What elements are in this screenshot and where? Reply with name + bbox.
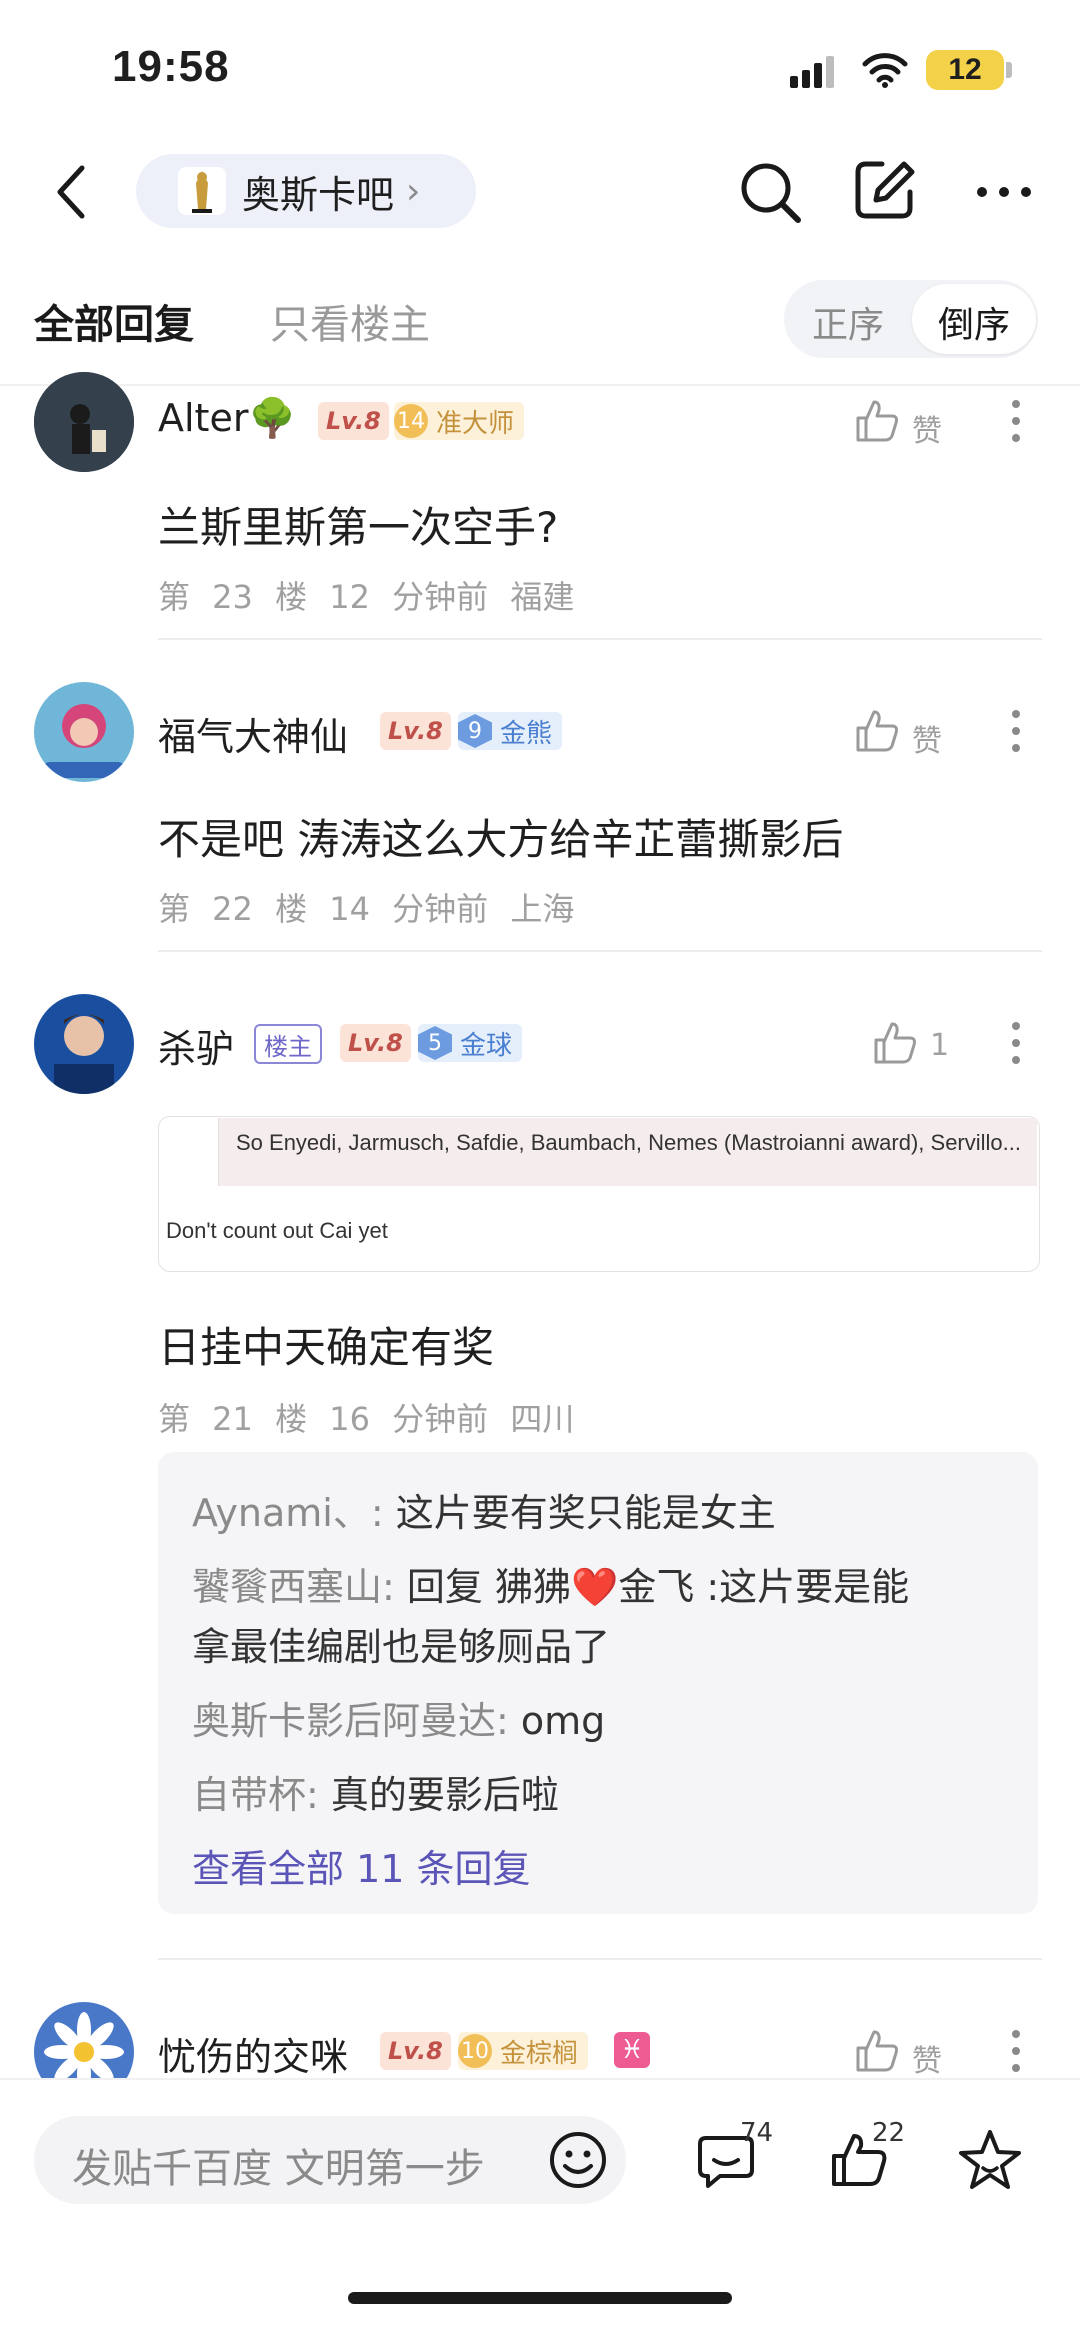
wifi-icon — [862, 53, 908, 88]
battery-tip — [1006, 62, 1012, 78]
thumbs-up-icon[interactable] — [854, 398, 900, 444]
level-badge: Lv.8 — [380, 2032, 451, 2070]
post-location: 四川 — [510, 1400, 575, 1438]
honor-badge: 10 金棕榈 — [458, 2032, 589, 2070]
sub-reply-continued: 拿最佳编剧也是够厕品了 — [192, 1625, 611, 1669]
like-count[interactable]: 1 — [930, 1028, 949, 1063]
post-time: 12 分钟前 — [329, 578, 489, 616]
honor-badge: 5 金球 — [418, 1024, 523, 1062]
badge-number: 10 — [458, 2034, 492, 2068]
more-menu-icon[interactable] — [976, 186, 1032, 198]
honor-badge: 9 金熊 — [458, 712, 563, 750]
level-badge: Lv.8 — [340, 1024, 411, 1062]
reply-input-placeholder: 发贴千百度 文明第一步 — [72, 2146, 485, 2192]
cellular-signal-icon — [790, 56, 834, 88]
sub-reply-author[interactable]: 奥斯卡影后阿曼达: — [192, 1699, 509, 1743]
honor-badge: 14 准大师 — [394, 402, 525, 440]
forum-name: 奥斯卡吧 — [242, 172, 395, 217]
sub-reply[interactable]: 饕餮西塞山: 回复 狒狒❤️金飞 :这片要是能 — [192, 1556, 909, 1611]
back-arrow-icon[interactable] — [52, 164, 88, 220]
sub-reply-text: 真的要影后啦 — [330, 1773, 559, 1817]
forum-pill[interactable]: 奥斯卡吧 › — [136, 154, 476, 228]
floor-number: 第 21 楼 — [158, 1400, 308, 1438]
post-content: 不是吧 涛涛这么大方给辛芷蕾撕影后 — [158, 815, 844, 864]
share-edit-icon[interactable] — [852, 158, 916, 222]
sort-desc-button[interactable]: 倒序 — [938, 296, 1010, 348]
battery-indicator: 12 — [926, 50, 1004, 90]
sub-reply-text: omg — [520, 1699, 606, 1743]
post-more-icon[interactable] — [1010, 2028, 1022, 2074]
post-divider — [158, 1958, 1042, 1960]
post-content: 兰斯里斯第一次空手? — [158, 503, 559, 552]
like-count: 22 — [872, 2118, 906, 2148]
level-badge: Lv.8 — [318, 402, 389, 440]
post-time: 16 分钟前 — [329, 1400, 489, 1438]
post-location: 上海 — [510, 890, 575, 928]
thumbs-up-icon[interactable] — [854, 2028, 900, 2074]
badge-number: 14 — [394, 404, 428, 438]
post-meta: 第 22 楼 14 分钟前 上海 — [158, 884, 574, 930]
post-more-icon[interactable] — [1010, 708, 1022, 754]
like-label[interactable]: 赞 — [912, 406, 942, 450]
post-divider — [158, 950, 1042, 952]
avatar[interactable] — [34, 682, 134, 782]
level-badge: Lv.8 — [380, 712, 451, 750]
badge-label: 金棕榈 — [500, 2038, 579, 2069]
sub-reply[interactable]: 自带杯: 真的要影后啦 — [192, 1764, 559, 1819]
sub-reply-text: 这片要有奖只能是女主 — [395, 1491, 776, 1535]
sort-asc-button[interactable]: 正序 — [812, 296, 884, 348]
post-divider — [158, 638, 1042, 640]
post-location: 福建 — [510, 578, 575, 616]
post-content: 日挂中天确定有奖 — [158, 1323, 495, 1372]
emoji-icon[interactable] — [548, 2130, 608, 2190]
oscar-logo-icon — [176, 165, 228, 217]
home-indicator — [348, 2292, 732, 2304]
sub-reply-author[interactable]: 饕餮西塞山: — [192, 1565, 395, 1609]
status-time: 19:58 — [112, 42, 230, 91]
search-icon[interactable] — [738, 160, 804, 226]
floor-number: 第 22 楼 — [158, 890, 308, 928]
quoted-reply: Don't count out Cai yet — [166, 1218, 388, 1243]
avatar[interactable] — [34, 994, 134, 1094]
post-username[interactable]: 忧伤的交咪 — [158, 2026, 348, 2081]
like-label[interactable]: 赞 — [912, 716, 942, 760]
like-label[interactable]: 赞 — [912, 2036, 942, 2080]
sub-reply-text: 回复 狒狒❤️金飞 :这片要是能 — [406, 1565, 910, 1609]
tab-owner-only[interactable]: 只看楼主 — [270, 292, 430, 350]
header-divider — [0, 384, 1080, 386]
thumbs-up-icon[interactable] — [854, 708, 900, 754]
quoted-text: So Enyedi, Jarmusch, Safdie, Baumbach, N… — [236, 1130, 1021, 1155]
post-more-icon[interactable] — [1010, 1020, 1022, 1066]
badge-number: 9 — [458, 714, 492, 748]
badge-label: 金熊 — [500, 718, 553, 749]
sub-reply[interactable]: 奥斯卡影后阿曼达: omg — [192, 1690, 605, 1745]
badge-label: 准大师 — [436, 408, 515, 439]
post-username[interactable]: 杀驴 — [158, 1018, 234, 1073]
post-meta: 第 21 楼 16 分钟前 四川 — [158, 1394, 574, 1440]
post-meta: 第 23 楼 12 分钟前 福建 — [158, 572, 574, 618]
badge-label: 金球 — [460, 1030, 513, 1061]
chevron-right-icon: › — [406, 170, 421, 212]
badge-number: 5 — [418, 1026, 452, 1060]
tab-all-replies[interactable]: 全部回复 — [34, 292, 194, 350]
sub-reply-author[interactable]: 自带杯: — [192, 1773, 319, 1817]
star-favorite-icon[interactable] — [958, 2128, 1022, 2192]
owner-tag: 楼主 — [254, 1024, 322, 1064]
bottom-divider — [0, 2078, 1080, 2080]
comment-count: 74 — [740, 2118, 774, 2148]
post-more-icon[interactable] — [1010, 398, 1022, 444]
thumbs-up-icon[interactable] — [872, 1020, 918, 1066]
floor-number: 第 23 楼 — [158, 578, 308, 616]
avatar[interactable] — [34, 372, 134, 472]
post-time: 14 分钟前 — [329, 890, 489, 928]
sub-reply-author[interactable]: Aynami、: — [192, 1491, 384, 1535]
sub-reply[interactable]: Aynami、: 这片要有奖只能是女主 — [192, 1482, 776, 1537]
post-username[interactable]: 福气大神仙 — [158, 706, 348, 761]
view-all-replies-link[interactable]: 查看全部 11 条回复 — [192, 1838, 531, 1893]
post-username[interactable]: Alter🌳 — [158, 396, 296, 441]
pisces-icon: ♓ — [614, 2032, 650, 2068]
